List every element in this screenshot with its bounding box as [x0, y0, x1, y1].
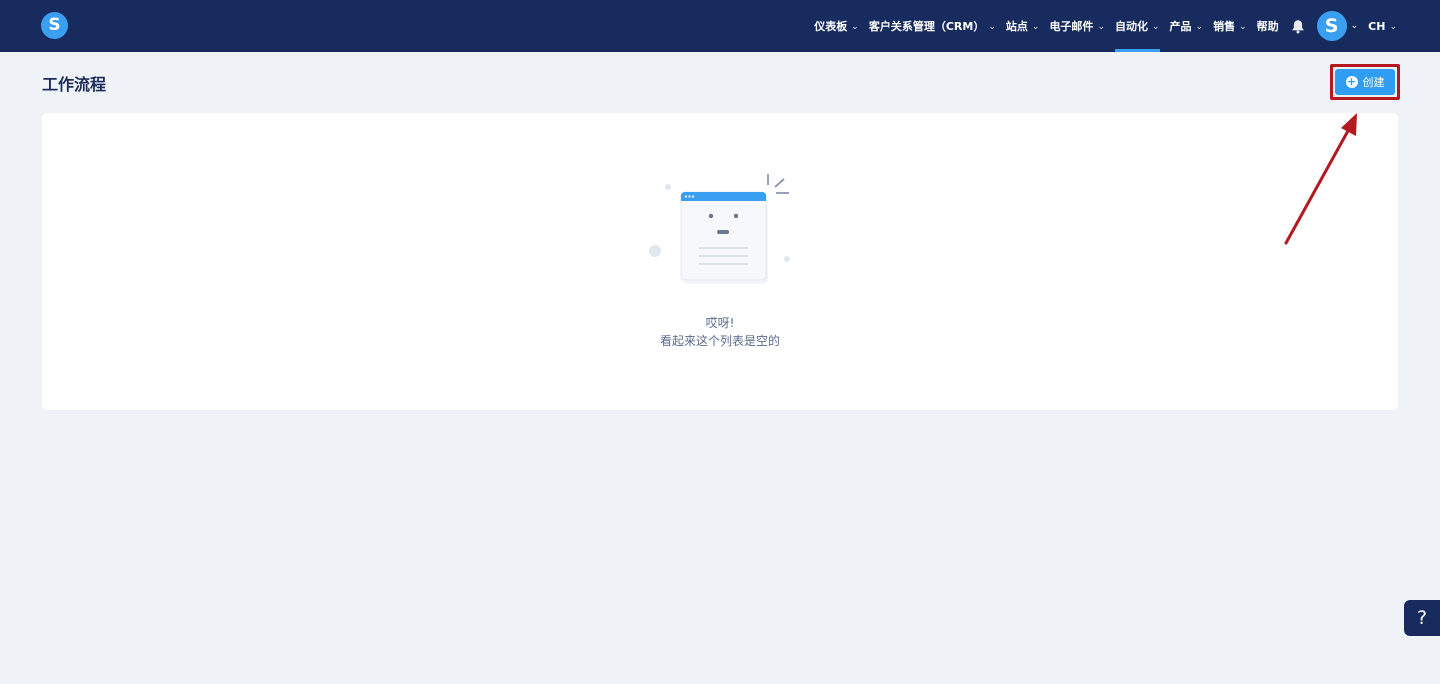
chevron-down-icon: ⌄: [1239, 22, 1247, 32]
chevron-down-icon: ⌄: [1195, 22, 1204, 32]
empty-state-subtitle: 看起来这个列表是空的: [659, 334, 780, 348]
nav-item-label: 产品: [1169, 20, 1192, 33]
nav-item-label: 电子邮件: [1049, 20, 1094, 33]
page-title: 工作流程: [42, 75, 107, 94]
chevron-down-icon: ⌄: [1350, 21, 1359, 31]
nav-item-label: 自动化: [1114, 20, 1148, 33]
create-button-label: 创建: [1362, 76, 1385, 89]
app-logo[interactable]: S: [41, 12, 68, 39]
nav-item-label: 仪表板: [814, 20, 848, 33]
user-menu[interactable]: S ⌄: [1312, 0, 1364, 52]
nav-item-email[interactable]: 电子邮件 ⌄: [1044, 0, 1110, 52]
avatar: S: [1316, 11, 1347, 41]
nav-item-sites[interactable]: 站点 ⌄: [1001, 0, 1045, 52]
bell-icon[interactable]: [1284, 0, 1312, 52]
nav-item-label: 站点: [1005, 20, 1028, 33]
empty-list-illustration: [649, 174, 790, 284]
chevron-down-icon: ⌄: [988, 22, 996, 32]
nav-item-sales[interactable]: 销售 ⌄: [1208, 0, 1252, 52]
create-button[interactable]: + 创建: [1335, 69, 1395, 95]
nav-item-products[interactable]: 产品 ⌄: [1165, 0, 1209, 52]
language-selector[interactable]: CH ⌄: [1363, 0, 1402, 52]
nav-item-label: 销售: [1213, 20, 1236, 33]
nav-item-help[interactable]: 帮助: [1252, 0, 1284, 52]
chevron-down-icon: ⌄: [1097, 22, 1105, 32]
chevron-down-icon: ⌄: [1151, 22, 1160, 32]
empty-state-title: 哎呀!: [705, 316, 735, 330]
main-nav: 仪表板 ⌄ 客户关系管理（CRM） ⌄ 站点 ⌄ 电子邮件 ⌄ 自动化 ⌄ 产品 ⌄ 销售 ⌄…: [809, 0, 1402, 52]
nav-item-crm[interactable]: 客户关系管理（CRM） ⌄: [864, 0, 1001, 52]
nav-item-label: 帮助: [1256, 20, 1279, 33]
plus-circle-icon: +: [1345, 75, 1358, 88]
nav-item-dashboard[interactable]: 仪表板 ⌄: [809, 0, 864, 52]
chevron-down-icon: ⌄: [1389, 22, 1397, 32]
chevron-down-icon: ⌄: [851, 22, 859, 32]
language-label: CH: [1368, 19, 1386, 33]
top-navigation-bar: S 仪表板 ⌄ 客户关系管理（CRM） ⌄ 站点 ⌄ 电子邮件 ⌄ 自动化 ⌄ 产品 ⌄ 销…: [0, 0, 1440, 52]
help-button[interactable]: ?: [1404, 600, 1440, 636]
nav-item-label: 客户关系管理（CRM）: [868, 20, 985, 33]
chevron-down-icon: ⌄: [1031, 22, 1040, 32]
nav-item-automation[interactable]: 自动化 ⌄: [1110, 0, 1165, 52]
